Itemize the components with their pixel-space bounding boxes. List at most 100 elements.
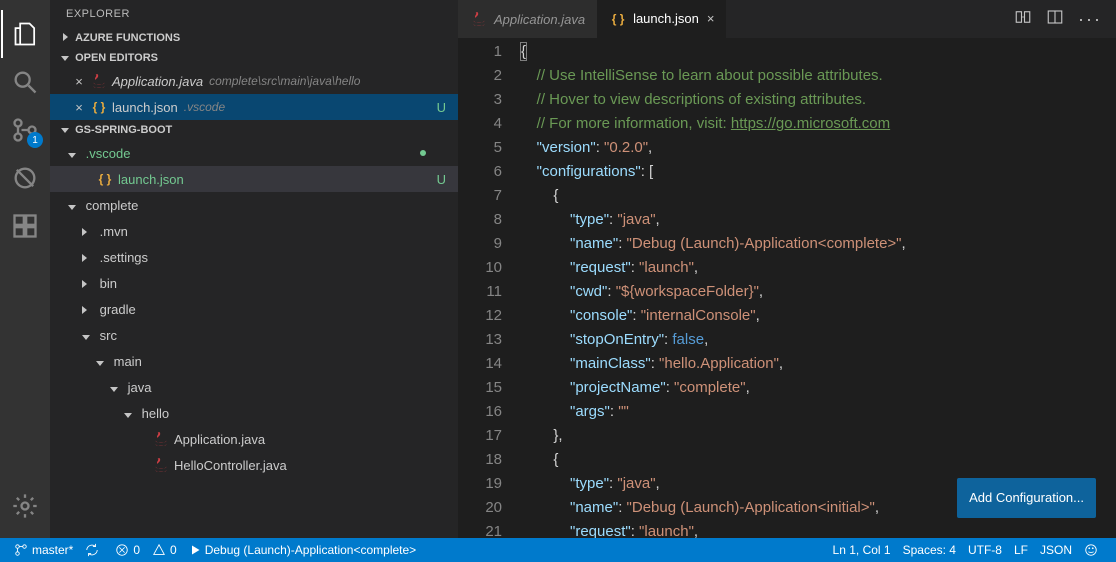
add-configuration-button[interactable]: Add Configuration... [957, 478, 1096, 518]
modified-dot-icon [420, 150, 426, 156]
status-text: LF [1014, 543, 1028, 557]
line-number: 9 [458, 232, 502, 256]
status-text: 0 [170, 543, 177, 557]
status-item[interactable]: master* [8, 543, 79, 557]
sidebar-title: EXPLORER [50, 0, 458, 28]
files-icon [12, 20, 40, 48]
tree-folder[interactable]: .mvn [50, 218, 458, 244]
tree-folder[interactable]: src [50, 322, 458, 348]
split-editor-icon[interactable] [1046, 8, 1064, 31]
status-item[interactable]: Spaces: 4 [897, 543, 962, 557]
section-project[interactable]: GS-SPRING-BOOT [50, 120, 458, 140]
line-number: 6 [458, 160, 502, 184]
activity-extensions[interactable] [1, 202, 49, 250]
line-number: 20 [458, 496, 502, 520]
code-line: // Hover to view descriptions of existin… [520, 88, 1116, 112]
tree-folder[interactable]: main [50, 348, 458, 374]
gear-icon [11, 492, 39, 520]
java-file-icon [470, 10, 488, 28]
line-number: 4 [458, 112, 502, 136]
chevron-down-icon [58, 52, 72, 64]
chevron-right-icon [82, 250, 96, 265]
status-item[interactable]: Ln 1, Col 1 [827, 543, 897, 557]
activity-search[interactable] [1, 58, 49, 106]
tree-folder[interactable]: bin [50, 270, 458, 296]
more-icon[interactable]: ··· [1078, 9, 1102, 30]
section-open-editors[interactable]: OPEN EDITORS [50, 48, 458, 68]
java-file-icon [152, 430, 170, 448]
tree-folder[interactable]: gradle [50, 296, 458, 322]
line-number: 17 [458, 424, 502, 448]
compare-icon[interactable] [1014, 8, 1032, 31]
line-number: 11 [458, 280, 502, 304]
tree-item-label: launch.json [118, 172, 184, 187]
tree-file[interactable]: { }launch.jsonU [50, 166, 458, 192]
editor-file-name: Application.java [112, 74, 203, 89]
line-number: 18 [458, 448, 502, 472]
java-file-icon [152, 456, 170, 474]
code-line: "args": "" [520, 400, 1116, 424]
activity-bar: 1 [0, 0, 50, 538]
close-icon[interactable]: × [707, 11, 715, 26]
close-icon[interactable]: × [68, 74, 90, 89]
code-line: "console": "internalConsole", [520, 304, 1116, 328]
section-azure-functions[interactable]: AZURE FUNCTIONS [50, 28, 458, 48]
tree-folder[interactable]: hello [50, 400, 458, 426]
close-icon[interactable]: × [68, 100, 90, 115]
line-number: 21 [458, 520, 502, 538]
activity-explorer[interactable] [1, 10, 49, 58]
json-file-icon: { } [90, 98, 108, 116]
json-file-icon: { } [609, 10, 627, 28]
code-line: }, [520, 424, 1116, 448]
status-item[interactable] [79, 543, 109, 557]
code-line: { [520, 40, 1116, 64]
activity-scm[interactable]: 1 [1, 106, 49, 154]
git-status-char: U [437, 100, 446, 115]
status-item[interactable]: JSON [1034, 543, 1078, 557]
editor-file-path: complete\src\main\java\hello [209, 74, 360, 88]
chevron-down-icon [68, 146, 82, 161]
tree-item-label: complete [86, 198, 139, 213]
tree-item-label: HelloController.java [174, 458, 287, 473]
chevron-right-icon [82, 302, 96, 317]
chevron-right-icon [82, 276, 96, 291]
tree-folder[interactable]: java [50, 374, 458, 400]
editor-tab[interactable]: Application.java [458, 0, 597, 38]
status-item[interactable]: UTF-8 [962, 543, 1008, 557]
status-item[interactable]: LF [1008, 543, 1034, 557]
editor-file-path: .vscode [184, 100, 225, 114]
play-icon [189, 544, 201, 556]
tree-folder[interactable]: complete [50, 192, 458, 218]
status-item[interactable]: 0 [109, 543, 146, 557]
status-item[interactable] [1078, 543, 1108, 557]
line-number: 14 [458, 352, 502, 376]
line-number: 13 [458, 328, 502, 352]
editor-tab[interactable]: { }launch.json× [597, 0, 726, 38]
tree-item-label: Application.java [174, 432, 265, 447]
activity-debug[interactable] [1, 154, 49, 202]
code-line: "cwd": "${workspaceFolder}", [520, 280, 1116, 304]
status-text: 0 [133, 543, 140, 557]
code-line: "mainClass": "hello.Application", [520, 352, 1116, 376]
explorer-sidebar: EXPLORER AZURE FUNCTIONS OPEN EDITORS × Ap… [50, 0, 458, 538]
error-icon [115, 543, 129, 557]
tree-folder[interactable]: .settings [50, 244, 458, 270]
line-number: 8 [458, 208, 502, 232]
code-line: "name": "Debug (Launch)-Application<comp… [520, 232, 1116, 256]
status-text: UTF-8 [968, 543, 1002, 557]
open-editor-item[interactable]: × Application.java complete\src\main\java\… [50, 68, 458, 94]
activity-settings[interactable] [1, 482, 49, 530]
tree-file[interactable]: Application.java [50, 426, 458, 452]
status-item[interactable]: Debug (Launch)-Application<complete> [183, 543, 422, 557]
tree-folder[interactable]: .vscode [50, 140, 458, 166]
status-bar: master* 0 0 Debug (Launch)-Application<comp… [0, 538, 1116, 562]
open-editor-item[interactable]: ×{ }launch.json.vscodeU [50, 94, 458, 120]
tree-item-label: bin [100, 276, 117, 291]
code-editor[interactable]: 123456789101112131415161718192021 { // U… [458, 38, 1116, 538]
java-file-icon [90, 72, 108, 90]
status-item[interactable]: 0 [146, 543, 183, 557]
line-number: 7 [458, 184, 502, 208]
tree-file[interactable]: HelloController.java [50, 452, 458, 478]
search-icon [11, 68, 39, 96]
line-number: 5 [458, 136, 502, 160]
